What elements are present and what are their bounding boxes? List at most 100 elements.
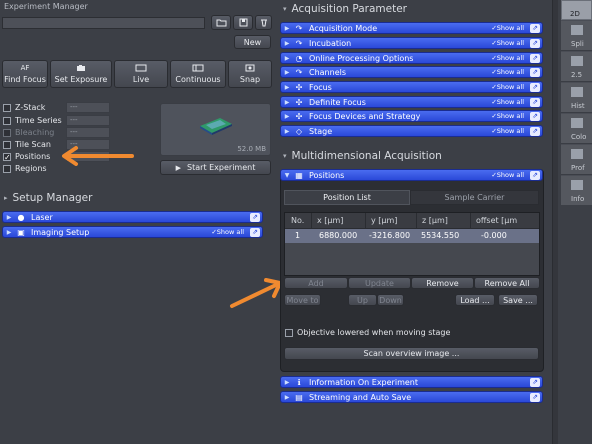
focus-devices-icon: ✣ [295,111,303,121]
new-experiment-button[interactable]: New [234,35,271,49]
acquisition-button-row: AF Find Focus Set Exposure Live Continuo… [2,60,272,88]
show-all-toggle[interactable]: ✓Show all [491,83,524,91]
popout-icon[interactable]: ⇗ [530,38,540,48]
show-all-toggle[interactable]: ✓Show all [491,24,524,32]
checkbox-box [3,164,11,173]
bleaching-label: Bleaching [15,128,55,137]
show-all-toggle[interactable]: ✓Show all [211,228,244,236]
start-experiment-button[interactable]: ▶ Start Experiment [160,160,271,175]
checkbox-box [3,116,11,125]
regions-checkbox[interactable]: Regions [3,164,47,173]
popout-icon[interactable]: ⇗ [530,126,540,136]
show-all-toggle[interactable]: ✓Show all [491,127,524,135]
view-tab-colocalization[interactable]: Colo [561,114,592,144]
show-all-toggle[interactable]: ✓Show all [491,171,524,179]
live-button[interactable]: Live [114,60,168,88]
view-tab-split[interactable]: Spli [561,21,592,51]
streaming-section[interactable]: ▶ ▤ Streaming and Auto Save ⇗ [280,391,543,403]
stage-section[interactable]: ▶ ◇ Stage ✓Show all ⇗ [280,125,543,137]
table-row[interactable]: 1 6880.000 -3216.800 5534.550 -0.000 [285,229,539,243]
preview-size: 52.0 MB [237,145,266,153]
delete-experiment-button[interactable] [255,15,272,30]
set-exposure-button[interactable]: Set Exposure [50,60,112,88]
tile-scan-checkbox[interactable]: Tile Scan [3,140,51,149]
set-exposure-label: Set Exposure [54,75,108,84]
up-button[interactable]: Up [348,294,377,306]
information-section[interactable]: ▶ ℹ Information On Experiment ⇗ [280,376,543,388]
positions-checkbox[interactable]: ✓ Positions [3,152,50,161]
checkmark-icon: ✓ [3,152,11,162]
continuous-button[interactable]: Continuous [170,60,226,88]
acquisition-parameter-header[interactable]: ▾ Acquisition Parameter [283,3,407,15]
bleaching-value: --- [66,127,110,138]
view-tab-profile[interactable]: Prof [561,145,592,175]
channels-section[interactable]: ▶ ↷ Channels ✓Show all ⇗ [280,66,543,78]
snap-icon [245,64,255,72]
incubation-section[interactable]: ▶ ↷ Incubation ✓Show all ⇗ [280,37,543,49]
show-all-toggle[interactable]: ✓Show all [491,54,524,62]
view-tab-2d[interactable]: 2D [561,0,592,20]
add-position-button[interactable]: Add [284,277,348,289]
show-all-toggle[interactable]: ✓Show all [491,39,524,47]
save-experiment-button[interactable] [233,15,253,30]
definite-focus-section[interactable]: ▶ ✣ Definite Focus ✓Show all ⇗ [280,96,543,108]
acquisition-mode-section[interactable]: ▶ ↷ Acquisition Mode ✓Show all ⇗ [280,22,543,34]
popout-icon[interactable]: ⇗ [530,82,540,92]
view-tab-info[interactable]: Info [561,176,592,205]
save-button[interactable]: Save ... [498,294,538,306]
scan-overview-button[interactable]: Scan overview image ... [284,347,539,360]
column-header[interactable]: No. [285,213,312,228]
popout-icon[interactable]: ⇗ [250,227,260,237]
popout-icon[interactable]: ⇗ [530,67,540,77]
focus-section[interactable]: ▶ ✣ Focus ✓Show all ⇗ [280,81,543,93]
experiment-preview: 52.0 MB [160,103,271,156]
update-position-button[interactable]: Update [348,277,411,289]
checkbox-box [285,328,293,337]
view-tab-2-5d[interactable]: 2.5 [561,52,592,82]
setup-manager-header[interactable]: ▸ Setup Manager [4,192,92,204]
chevron-right-icon: ▶ [284,54,290,62]
column-header[interactable]: y [µm] [366,213,417,228]
objective-lowered-checkbox[interactable]: Objective lowered when moving stage [285,328,450,337]
multidimensional-header[interactable]: ▾ Multidimensional Acquisition [283,150,442,162]
incubation-label: Incubation [309,38,352,48]
stage-icon: ◇ [295,126,303,136]
show-all-toggle[interactable]: ✓Show all [491,98,524,106]
column-header[interactable]: z [µm] [417,213,471,228]
popout-icon[interactable]: ⇗ [250,212,260,222]
remove-position-button[interactable]: Remove [411,277,474,289]
histogram-icon [571,87,583,97]
down-button[interactable]: Down [377,294,404,306]
move-to-button[interactable]: Move to [284,294,321,306]
snap-button[interactable]: Snap [228,60,272,88]
imaging-setup-section[interactable]: ▶ ▣ Imaging Setup ✓Show all ⇗ [2,226,263,238]
popout-icon[interactable]: ⇗ [530,170,540,180]
positions-icon: ▦ [295,170,303,180]
popout-icon[interactable]: ⇗ [530,392,540,402]
tab-sample-carrier[interactable]: Sample Carrier [410,190,539,205]
load-button[interactable]: Load ... [455,294,495,306]
open-folder-button[interactable] [211,15,231,30]
popout-icon[interactable]: ⇗ [530,111,540,121]
show-all-toggle[interactable]: ✓Show all [491,112,524,120]
lightbulb-icon: ● [17,212,25,222]
time-series-checkbox[interactable]: Time Series [3,116,62,125]
tab-position-list[interactable]: Position List [284,190,410,205]
show-all-toggle[interactable]: ✓Show all [491,68,524,76]
positions-section[interactable]: ▼ ▦ Positions ✓Show all ⇗ [280,169,543,181]
experiment-select[interactable] [2,17,205,29]
remove-all-button[interactable]: Remove All [474,277,540,289]
view-tab-label: 2D [570,10,580,18]
popout-icon[interactable]: ⇗ [530,97,540,107]
laser-section[interactable]: ▶ ● Laser ⇗ [2,211,263,223]
column-header[interactable]: x [µm] [312,213,366,228]
popout-icon[interactable]: ⇗ [530,23,540,33]
find-focus-button[interactable]: AF Find Focus [2,60,48,88]
popout-icon[interactable]: ⇗ [530,377,540,387]
focus-devices-section[interactable]: ▶ ✣ Focus Devices and Strategy ✓Show all … [280,110,543,122]
online-processing-section[interactable]: ▶ ◔ Online Processing Options ✓Show all ⇗ [280,52,543,64]
z-stack-checkbox[interactable]: Z-Stack [3,103,45,112]
view-tab-histogram[interactable]: Hist [561,83,592,113]
column-header[interactable]: offset [µm [471,213,539,228]
popout-icon[interactable]: ⇗ [530,53,540,63]
